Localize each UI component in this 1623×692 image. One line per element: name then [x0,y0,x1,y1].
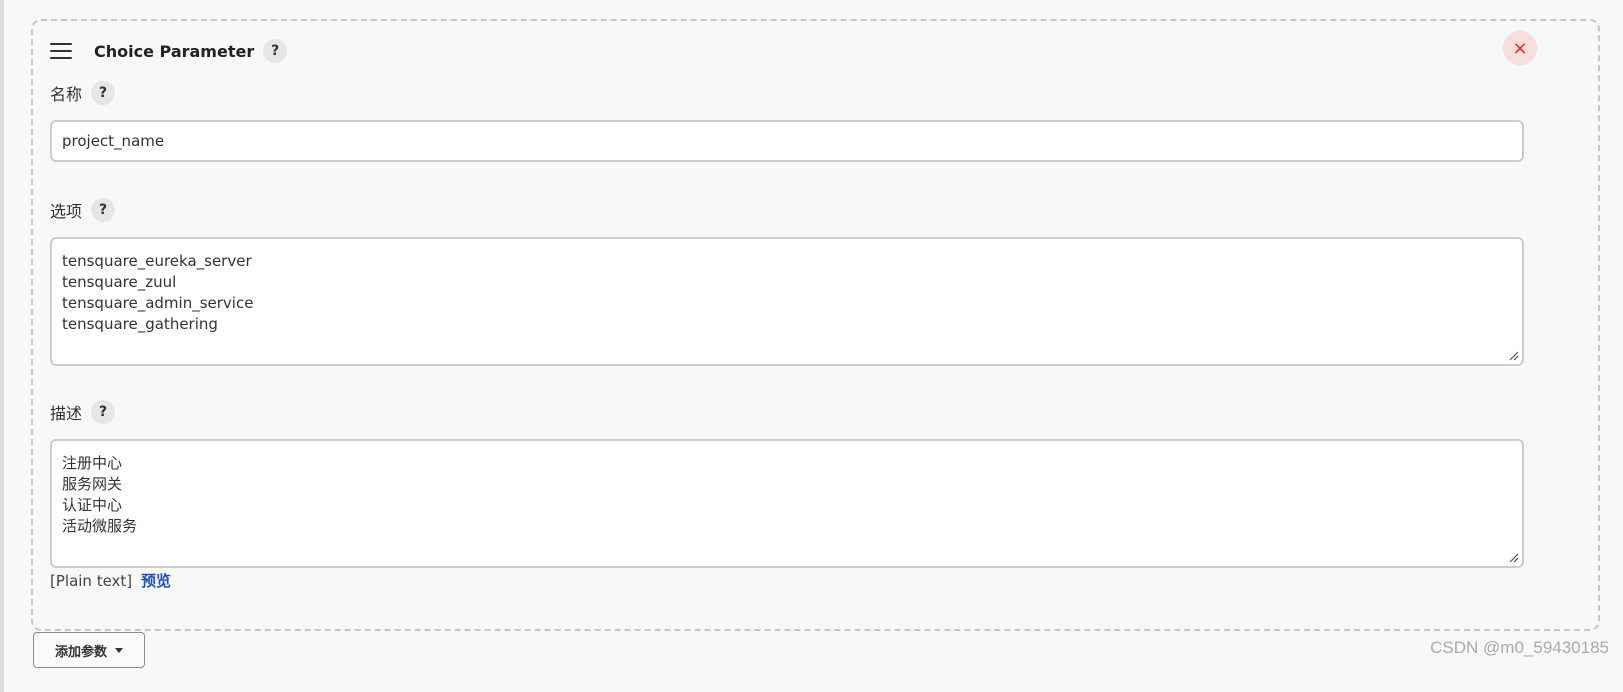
description-help-icon[interactable]: ? [91,400,116,424]
resize-grip-icon[interactable] [1507,551,1519,563]
choice-line: tensquare_eureka_server [62,252,252,270]
caret-down-icon [115,647,123,653]
add-parameter-button[interactable]: 添加参数 [33,632,145,668]
delete-parameter-button[interactable]: × [1503,31,1537,65]
description-label: 描述 [50,404,83,423]
description-line: 注册中心 [62,454,123,472]
left-border [0,0,4,692]
panel-title: Choice Parameter [94,41,255,61]
choice-line: tensquare_admin_service [62,294,254,312]
choice-line: tensquare_zuul [62,273,177,291]
drag-handle-icon[interactable] [50,43,72,59]
plain-text-label: [Plain text] [50,572,133,590]
choices-label-row: 选项 ? [50,197,116,223]
description-line: 服务网关 [62,475,123,493]
description-line: 认证中心 [62,496,123,514]
description-textarea[interactable]: 注册中心 服务网关 认证中心 活动微服务 [50,439,1524,568]
choice-line: tensquare_gathering [62,315,218,333]
choices-label: 选项 [50,202,83,221]
name-input-value: project_name [62,132,165,150]
name-help-icon[interactable]: ? [91,81,116,105]
close-icon: × [1512,37,1528,59]
name-input[interactable]: project_name [50,120,1524,162]
panel-header: Choice Parameter ? [50,34,288,68]
description-label-row: 描述 ? [50,399,116,425]
choices-help-icon[interactable]: ? [91,198,116,222]
resize-grip-icon[interactable] [1507,349,1519,361]
add-parameter-label: 添加参数 [54,644,107,660]
name-label-row: 名称 ? [50,80,116,106]
choices-textarea[interactable]: tensquare_eureka_server tensquare_zuul t… [50,237,1524,366]
name-label: 名称 [50,85,83,104]
watermark: CSDN @m0_59430185 [1430,638,1609,657]
description-line: 活动微服务 [62,517,138,535]
preview-link[interactable]: 预览 [141,572,171,590]
format-row: [Plain text] 预览 [50,570,171,591]
help-icon[interactable]: ? [263,39,288,63]
